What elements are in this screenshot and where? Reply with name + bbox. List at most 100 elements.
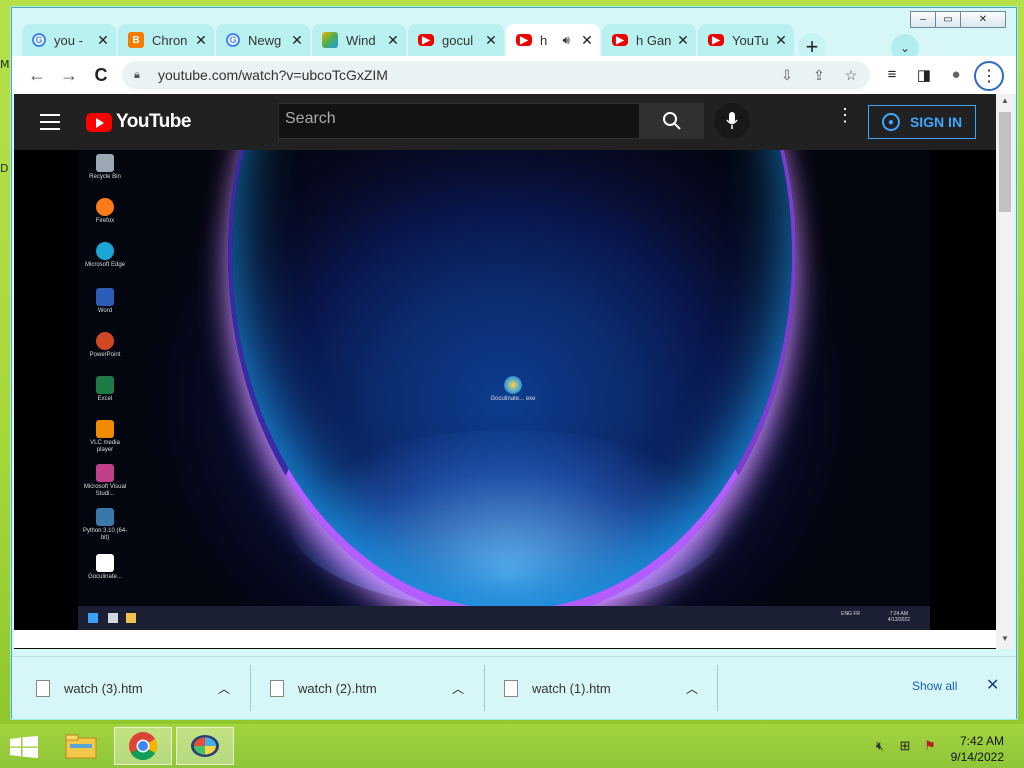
scrollbar-thumb[interactable] [999,112,1011,212]
share-icon[interactable]: ⇪ [810,67,828,85]
video-desktop-icon: Python 3.10 (64-bit) [82,508,128,542]
video-lang: ENG FR [841,611,860,617]
goculinate-taskbar-button[interactable] [176,727,234,765]
youtube-page: YouTube Search ⋮ ● SIGN IN Recycle Bin F… [14,94,996,649]
close-tab-icon[interactable]: ✕ [484,32,498,49]
youtube-icon: ▶ [612,34,628,46]
tab-active[interactable]: ▶ h 🔊︎ ✕ [506,24,600,56]
tab-label: h [540,32,548,48]
video-frame: Recycle Bin Firefox Microsoft Edge Word … [78,150,930,630]
youtube-header: YouTube Search ⋮ ● SIGN IN [14,94,996,150]
more-options-icon[interactable]: ⋮ [836,106,854,124]
close-tab-icon[interactable]: ✕ [774,32,788,49]
tab-strip: G you - ✕ B Chron ✕ G Newg ✕ Wind ✕ ▶ go… [22,24,922,56]
search-button[interactable] [640,103,704,139]
network-icon[interactable]: ⊞ [897,738,913,754]
download-name[interactable]: watch (1).htm [532,681,686,696]
tab-label: gocul [442,32,474,48]
clock-date: 9/14/2022 [950,750,1004,764]
video-explorer-icon [126,613,136,623]
chrome-taskbar-button[interactable] [114,727,172,765]
bookmark-star-icon[interactable]: ☆ [842,67,860,85]
speaker-icon[interactable]: 🔊︎ [562,33,570,48]
video-desktop-icon: Firefox [82,198,128,225]
video-desktop-icon: Word [82,288,128,315]
search-input[interactable]: Search [278,103,640,139]
video-task-view-icon [108,613,118,623]
close-tab-icon[interactable]: ✕ [290,32,304,49]
clock-time: 7:42 AM [959,734,1004,748]
video-desktop-icon: Microsoft Edge [82,242,128,269]
close-download-shelf-icon[interactable]: ✕ [986,675,999,695]
close-tab-icon[interactable]: ✕ [96,32,110,49]
close-tab-icon[interactable]: ✕ [580,32,594,49]
file-icon [36,679,50,697]
scroll-down-icon[interactable]: ▼ [1001,634,1009,643]
scroll-up-icon[interactable]: ▲ [1001,96,1009,105]
show-all-downloads-link[interactable]: Show all [912,679,957,693]
media-controls-icon[interactable]: ≡ [882,66,902,86]
chevron-up-icon[interactable]: ︿ [452,680,464,697]
close-button[interactable]: ✕ [960,11,1006,28]
video-player[interactable]: Recycle Bin Firefox Microsoft Edge Word … [14,150,996,630]
address-bar[interactable]: 🔒︎ youtube.com/watch?v=ubcoTcGxZIM ⇩ ⇪ ☆ [122,61,870,89]
video-start-icon [88,613,98,623]
tab[interactable]: G Newg ✕ [216,24,310,56]
video-desktop-icon: Microsoft Visual Studi... [82,464,128,498]
close-tab-icon[interactable]: ✕ [676,32,690,49]
sign-in-label: SIGN IN [909,114,963,130]
windows-app-icon [322,32,338,48]
file-explorer-taskbar-button[interactable] [52,727,110,765]
tab[interactable]: Wind ✕ [312,24,406,56]
page-scrollbar[interactable]: ▲ ▼ [996,94,1014,649]
download-shelf: watch (3).htm ︿ watch (2).htm ︿ watch (1… [12,656,1016,719]
chevron-up-icon[interactable]: ︿ [218,680,230,697]
video-desktop-icon: Goculinate... [82,554,128,581]
close-tab-icon[interactable]: ✕ [386,32,400,49]
download-item[interactable]: watch (3).htm ︿ [12,657,244,719]
profile-icon[interactable]: ● [946,66,966,86]
microphone-icon [726,112,738,129]
toolbar: ← → C 🔒︎ youtube.com/watch?v=ubcoTcGxZIM… [12,56,1016,94]
close-tab-icon[interactable]: ✕ [194,32,208,49]
action-center-flag-icon[interactable]: ⚑ [922,738,938,754]
forward-button[interactable]: → [58,64,80,86]
tab[interactable]: B Chron ✕ [118,24,214,56]
download-name[interactable]: watch (3).htm [64,681,218,696]
download-item[interactable]: watch (1).htm ︿ [480,657,712,719]
video-clock: 7:24 AM 4/13/2022 [888,611,910,623]
chevron-up-icon[interactable]: ︿ [686,680,698,697]
install-icon[interactable]: ⇩ [778,67,796,85]
windows-taskbar: 🔇︎ ⊞ ⚑ 7:42 AM 9/14/2022 [0,724,1024,768]
speaker-muted-icon[interactable]: 🔇︎ [872,738,888,754]
url-text[interactable]: youtube.com/watch?v=ubcoTcGxZIM [158,67,388,83]
youtube-logo[interactable]: YouTube [86,111,191,133]
file-icon [504,679,518,697]
lock-icon[interactable]: 🔒︎ [134,69,148,82]
chrome-menu-button[interactable]: ⋮ [974,61,1004,91]
back-button[interactable]: ← [26,64,48,86]
tab[interactable]: ▶ gocul ✕ [408,24,504,56]
download-item[interactable]: watch (2).htm ︿ [246,657,478,719]
video-desktop-icon: Recycle Bin [82,154,128,181]
voice-search-button[interactable] [714,103,750,139]
blogger-icon: B [128,32,144,48]
side-panel-icon[interactable]: ◨ [914,66,934,86]
download-name[interactable]: watch (2).htm [298,681,452,696]
youtube-play-icon [86,112,112,132]
tab[interactable]: ▶ h Gan ✕ [602,24,696,56]
restore-button[interactable]: ▭ [935,11,961,28]
window-controls: – ▭ ✕ [910,11,1006,28]
reload-button[interactable]: C [90,64,112,86]
hamburger-menu-icon[interactable] [40,114,60,135]
google-icon: G [226,33,240,47]
tab[interactable]: G you - ✕ [22,24,116,56]
goculinate-icon [191,735,219,757]
page-below-video [14,630,996,648]
tab[interactable]: ▶ YouTu ✕ [698,24,794,56]
divider [717,665,718,711]
sign-in-button[interactable]: ● SIGN IN [868,105,976,139]
windows-start-icon[interactable] [10,736,38,758]
system-clock[interactable]: 7:42 AM 9/14/2022 [938,733,1004,765]
file-explorer-icon [65,734,97,759]
